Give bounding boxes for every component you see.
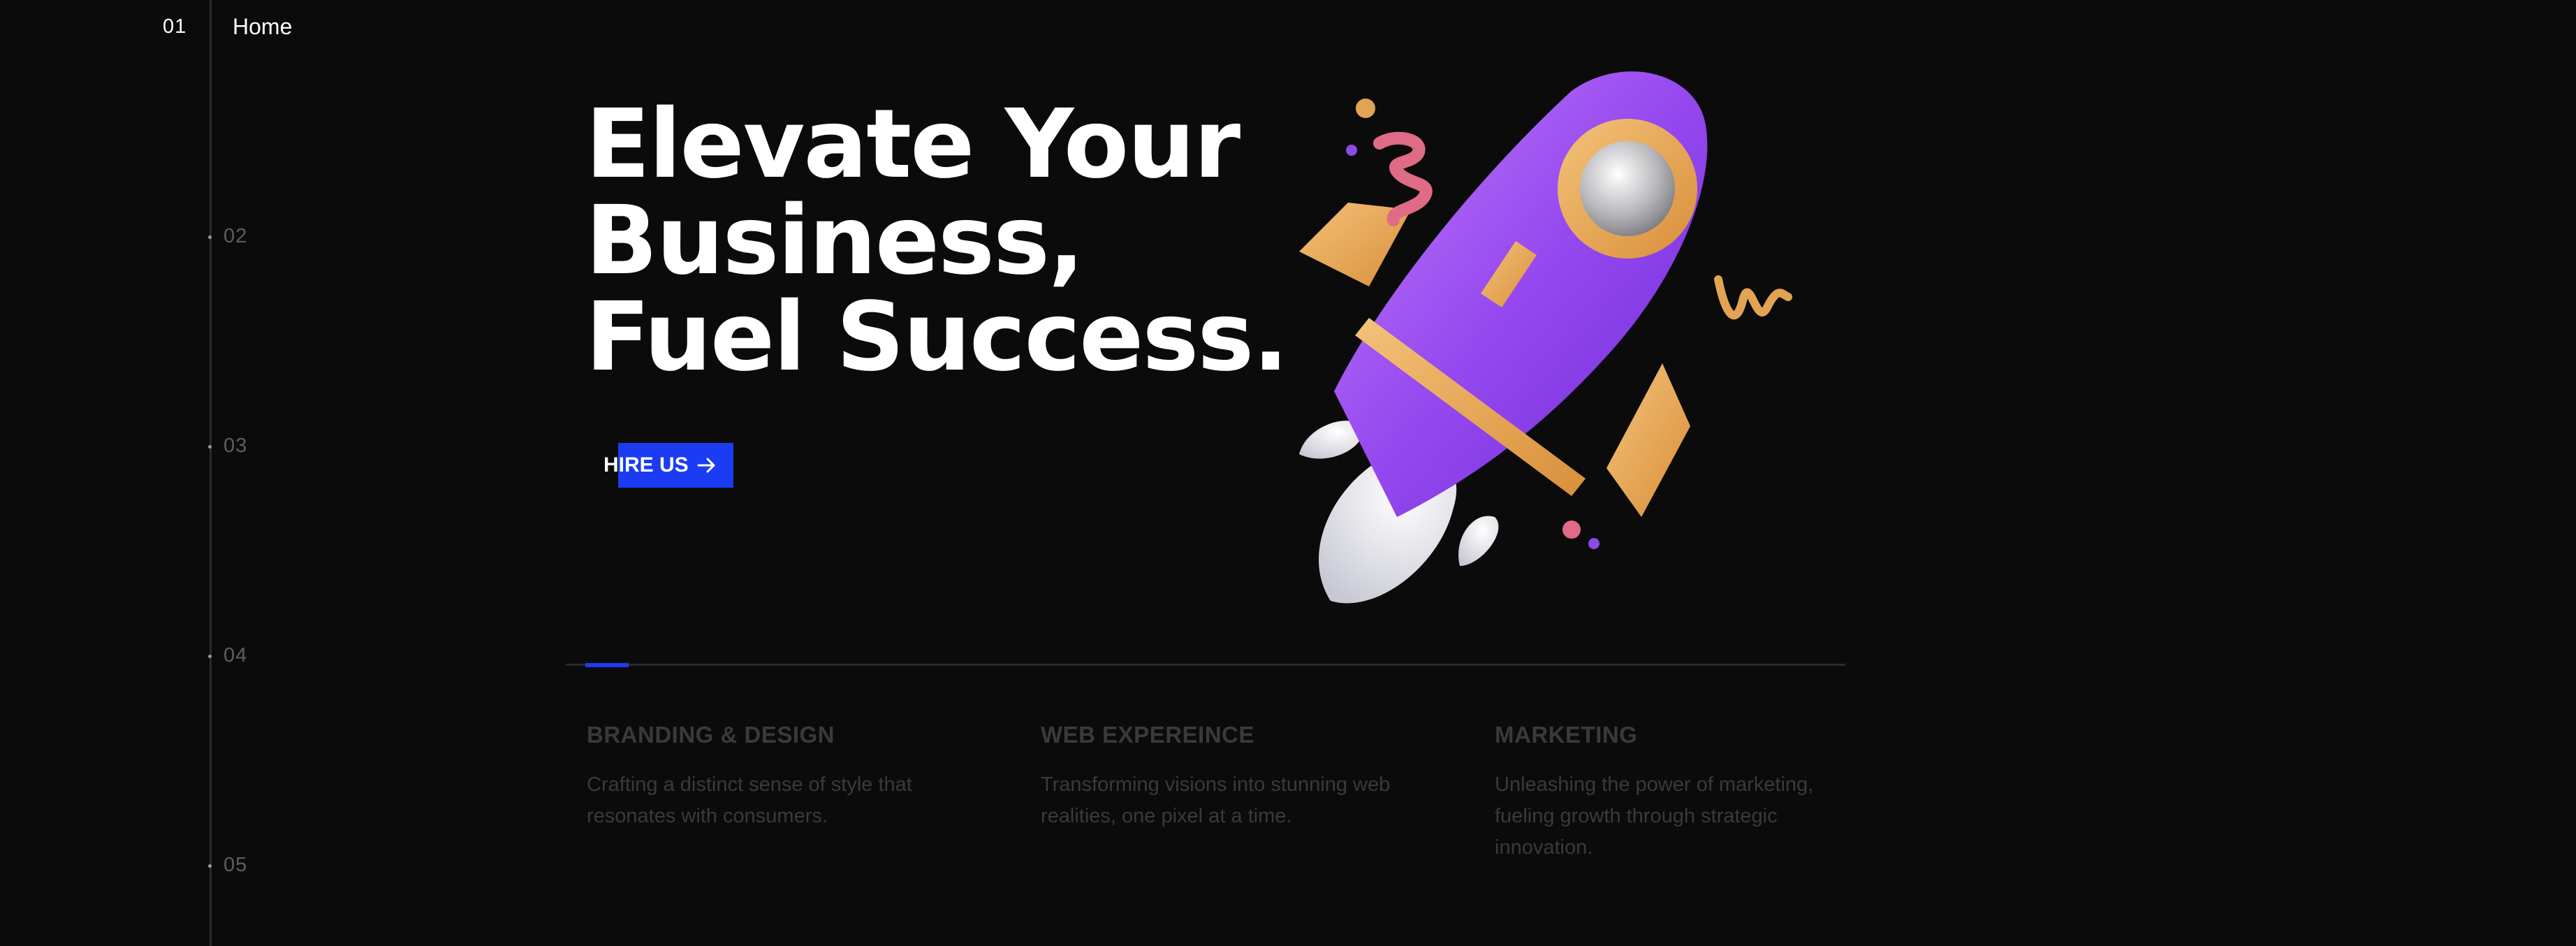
nav-number: 02 <box>224 225 248 247</box>
service-title: WEB EXPEREINCE <box>1041 722 1254 748</box>
nav-dot <box>208 864 212 868</box>
nav-number: 05 <box>224 854 248 876</box>
service-description: Transforming visions into stunning web r… <box>1041 773 1391 827</box>
section-divider <box>566 664 1845 666</box>
nav-number: 04 <box>224 644 248 667</box>
nav-item-05[interactable]: 05 <box>224 854 247 877</box>
arrow-right-icon[interactable] <box>696 454 718 476</box>
slider-indicator[interactable] <box>585 663 629 667</box>
nav-number: 03 <box>224 435 248 457</box>
hero-title-line: Business, <box>585 186 1085 296</box>
service-description: Crafting a distinct sense of style that … <box>587 773 912 827</box>
hero-title-line: Elevate Your <box>585 89 1241 200</box>
hire-us-label[interactable]: HIRE US <box>603 453 689 477</box>
nav-item-02[interactable]: 02 <box>224 225 247 248</box>
nav-item-03[interactable]: 03 <box>224 435 247 458</box>
service-branding: BRANDING & DESIGN Crafting a distinct se… <box>587 722 964 832</box>
nav-rail <box>210 0 212 946</box>
service-description: Unleashing the power of marketing, fueli… <box>1495 773 1814 859</box>
service-web: WEB EXPEREINCE Transforming visions into… <box>1041 722 1418 832</box>
nav-number: 01 <box>163 15 187 38</box>
nav-label-home[interactable]: Home <box>233 14 292 40</box>
hero-title: Elevate Your Business, Fuel Success. <box>585 89 1289 393</box>
service-title: MARKETING <box>1495 722 1638 748</box>
rocket-illustration <box>1299 71 1792 604</box>
nav-dot <box>208 445 212 449</box>
service-marketing: MARKETING Unleashing the power of market… <box>1495 722 1872 864</box>
nav-item-home[interactable]: 01 <box>163 15 186 38</box>
service-title: BRANDING & DESIGN <box>587 722 835 748</box>
hero-title-line: Fuel Success. <box>585 282 1289 393</box>
nav-dot <box>208 235 212 239</box>
nav-item-04[interactable]: 04 <box>224 644 247 667</box>
nav-dot <box>208 655 212 658</box>
